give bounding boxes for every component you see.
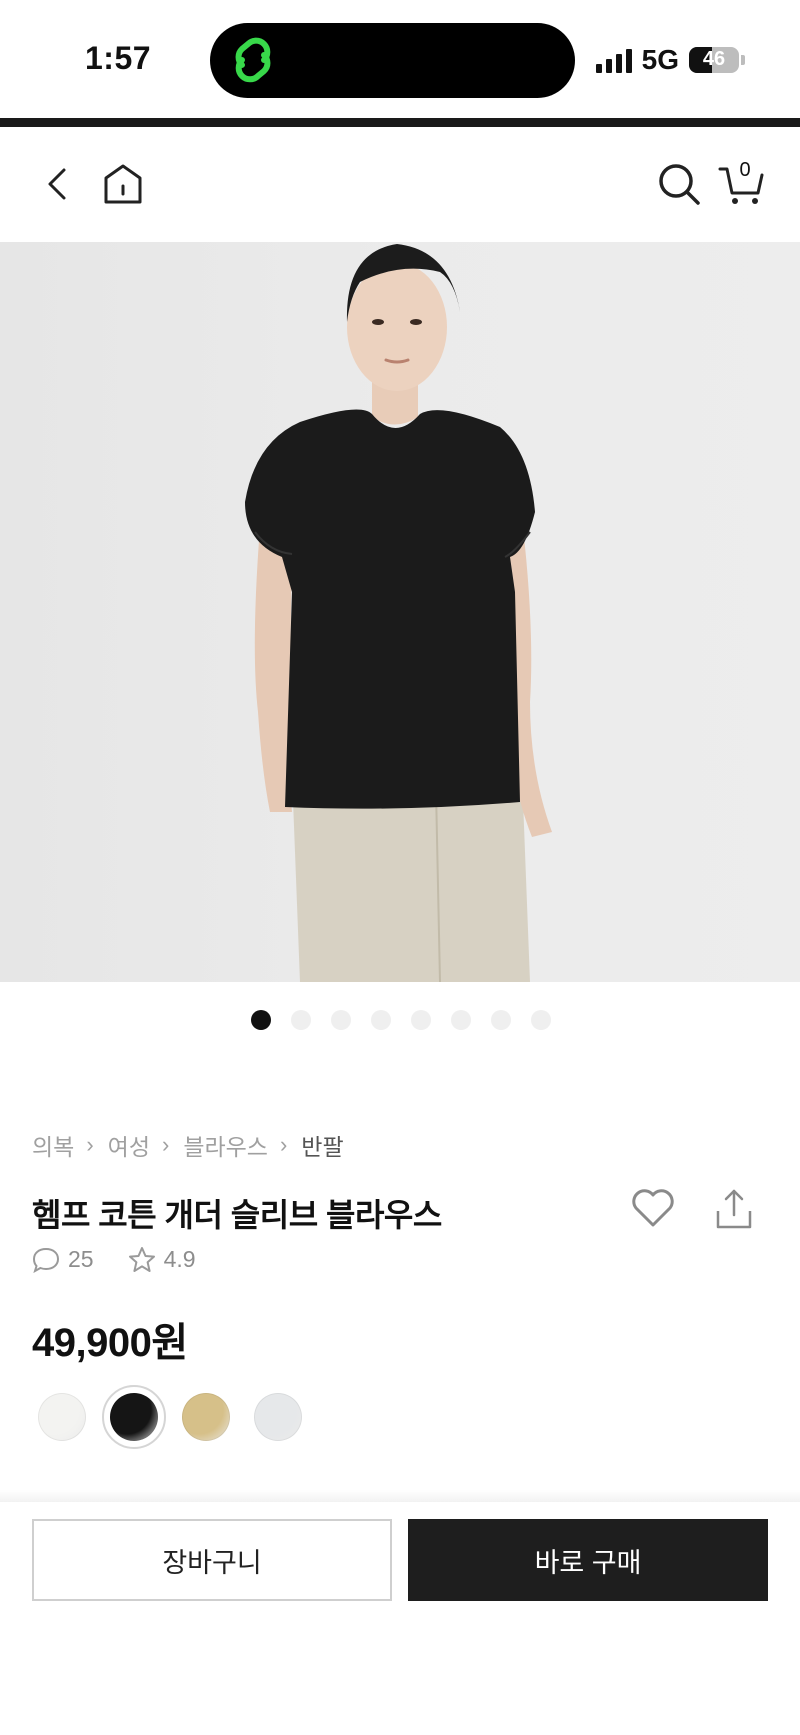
divider	[0, 1490, 800, 1502]
chevron-right-icon: ›	[86, 1132, 94, 1157]
pagination-dot[interactable]	[451, 1010, 471, 1030]
cart-count: 0	[739, 159, 751, 181]
selected-swatch-ring[interactable]	[102, 1385, 166, 1449]
chevron-left-icon	[48, 168, 66, 200]
pagination-dot[interactable]	[291, 1010, 311, 1030]
home-button[interactable]	[98, 159, 148, 209]
color-swatch-light-gray[interactable]	[254, 1393, 302, 1441]
signal-icon	[595, 47, 632, 73]
back-button[interactable]	[32, 159, 82, 209]
breadcrumb-item-women[interactable]: 여성	[108, 1128, 150, 1162]
divider	[0, 118, 800, 127]
product-price: 49,900원	[32, 1321, 188, 1365]
status-time: 1:57	[85, 40, 152, 76]
buy-now-button[interactable]: 바로 구매	[408, 1519, 768, 1601]
home-icon	[104, 164, 142, 204]
rating-value: 4.9	[163, 1246, 196, 1272]
breadcrumb-item-blouse[interactable]: 블라우스	[183, 1128, 268, 1162]
breadcrumb: 의복 › 여성 › 블라우스 › 반팔	[32, 1128, 344, 1162]
wishlist-heart-icon[interactable]	[630, 1187, 676, 1229]
color-swatch-beige[interactable]	[182, 1393, 230, 1441]
battery-icon: 46	[689, 47, 739, 73]
breadcrumb-item-clothing[interactable]: 의복	[32, 1128, 74, 1162]
top-nav: 0	[0, 127, 800, 242]
chevron-right-icon: ›	[161, 1132, 170, 1157]
pagination-dot[interactable]	[411, 1010, 431, 1030]
color-swatch-white[interactable]	[38, 1393, 86, 1441]
share-icon[interactable]	[714, 1187, 754, 1231]
color-swatches	[38, 1385, 302, 1449]
pagination-dot[interactable]	[491, 1010, 511, 1030]
search-button[interactable]	[654, 159, 704, 209]
pagination-dot[interactable]	[251, 1010, 271, 1030]
pagination-dot[interactable]	[531, 1010, 551, 1030]
product-photo	[245, 244, 552, 982]
dynamic-island	[210, 23, 575, 98]
product-title: 헴프 코튼 개더 슬리브 블라우스	[32, 1197, 442, 1233]
network-label: 5G	[641, 44, 679, 75]
pagination-dot[interactable]	[371, 1010, 391, 1030]
cart-button[interactable]: 0	[718, 159, 768, 209]
status-indicators: 5G 46	[595, 44, 745, 76]
add-to-cart-button[interactable]: 장바구니	[32, 1519, 392, 1601]
breadcrumb-item-short-sleeve[interactable]: 반팔	[301, 1128, 343, 1162]
chevron-right-icon: ›	[279, 1132, 288, 1157]
pagination-dot[interactable]	[331, 1010, 351, 1030]
color-swatch-black[interactable]	[110, 1393, 158, 1441]
comment-icon	[32, 1247, 60, 1273]
product-image[interactable]	[0, 242, 800, 982]
search-icon	[659, 164, 700, 205]
purchase-bar: 장바구니 바로 구매	[0, 1502, 800, 1735]
status-bar: 1:57 5G 46	[0, 0, 800, 118]
review-summary[interactable]: 25 4.9	[32, 1246, 196, 1273]
review-count: 25	[68, 1246, 94, 1272]
image-pagination	[251, 1010, 551, 1030]
link-app-icon	[235, 37, 271, 83]
star-icon	[128, 1247, 155, 1272]
